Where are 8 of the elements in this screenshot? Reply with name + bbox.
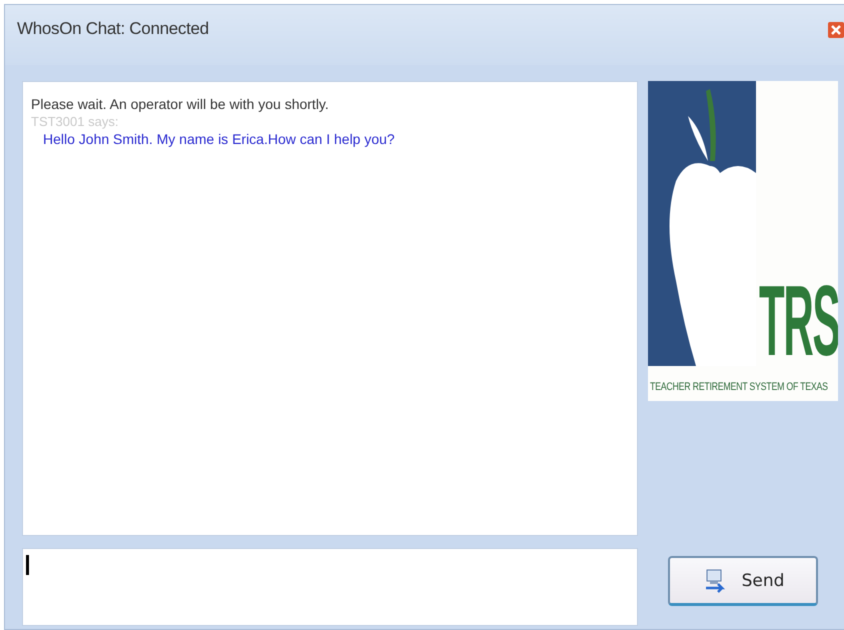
chat-message: Hello John Smith. My name is Erica.How can I help you? xyxy=(42,131,395,147)
system-message: Please wait. An operator will be with you shortly. xyxy=(31,96,329,112)
close-icon[interactable] xyxy=(828,22,844,38)
message-input[interactable] xyxy=(22,548,638,626)
logo-caption: TEACHER RETIREMENT SYSTEM OF TEXAS xyxy=(650,381,828,393)
logo-initials: TRS xyxy=(759,271,838,371)
send-button[interactable]: Send xyxy=(668,556,818,606)
window-title: WhosOn Chat: Connected xyxy=(17,19,209,39)
